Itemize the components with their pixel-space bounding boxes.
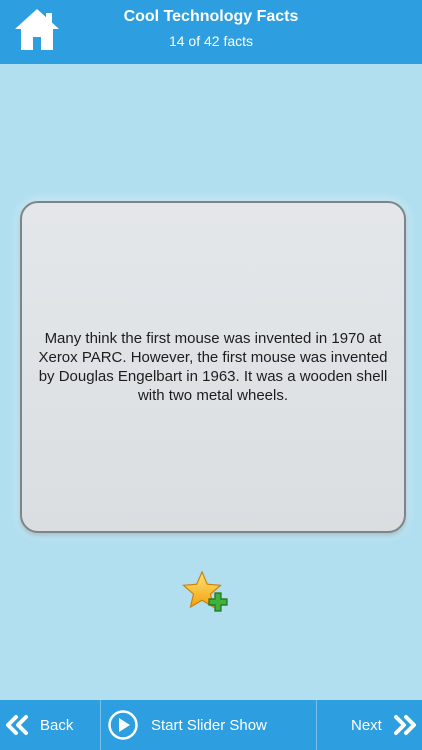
page-title: Cool Technology Facts [123, 8, 299, 25]
fact-text: Many think the first mouse was invented … [38, 330, 388, 404]
start-slideshow-button[interactable]: Start Slider Show [100, 700, 317, 750]
next-button[interactable]: Next [316, 700, 422, 750]
next-label: Next [351, 716, 382, 734]
fact-card: Many think the first mouse was invented … [20, 201, 406, 533]
star-add-icon [182, 570, 228, 612]
back-button[interactable]: Back [0, 700, 100, 750]
play-circle-icon [108, 710, 138, 740]
fact-counter: 14 of 42 facts [168, 33, 254, 49]
slideshow-label: Start Slider Show [151, 716, 267, 734]
bottom-toolbar: Back Start Slider Show Next [0, 700, 422, 750]
double-chevron-right-icon [393, 715, 416, 735]
back-label: Back [40, 716, 74, 734]
add-favorite-button[interactable] [182, 570, 228, 616]
double-chevron-left-icon [6, 715, 28, 735]
header-bar: Cool Technology Facts 14 of 42 facts [0, 0, 422, 64]
